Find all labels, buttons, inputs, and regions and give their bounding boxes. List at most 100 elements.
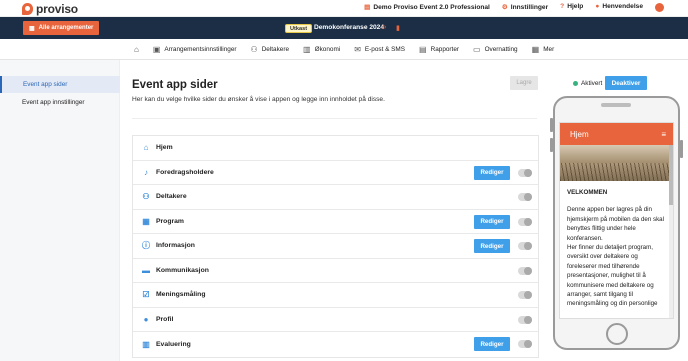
phone-text-line: presentasjoner, mulighet til å [567,272,646,280]
bell-icon: ● [595,3,600,10]
phone-text-line: Her finner du detaljert program, [567,244,653,252]
nav-accommodation[interactable]: ▭ Overnatting [473,45,518,54]
grid-icon: ▦ [531,44,540,54]
list-item[interactable]: ▥ Evaluering Rediger [133,332,538,357]
phone-text-line: oversikt over deltakere og [567,253,638,261]
event-actions: ∞ ▮ [381,24,400,32]
product-label: Demo Proviso Event 2.0 Professional [373,4,490,11]
people-icon: ⚇ [250,44,258,54]
nav-label: Overnatting [484,45,518,53]
list-item[interactable]: ▦ Program Rediger [133,210,538,234]
top-nav: ▤ Demo Proviso Event 2.0 Professional ⚙ In… [364,3,664,12]
phone-preview: Hjem ≡ VELKOMMEN Denne appen ber lagres … [553,96,680,350]
visibility-toggle[interactable] [518,291,532,299]
user-icon [655,3,664,12]
nav-email-sms[interactable]: ✉ E-post & SMS [354,45,405,54]
phone-header: Hjem ≡ [560,123,673,145]
help-label: Hjelp [567,3,584,10]
stats-icon[interactable]: ▮ [396,24,400,32]
visibility-toggle[interactable] [518,217,532,226]
nav-label: Rapporter [430,45,460,53]
visibility-toggle[interactable] [518,168,532,177]
edit-button[interactable]: Rediger [474,239,510,253]
phone-text-line: meningsmåling og din personlige [567,300,658,308]
page-label: Kommunikasjon [156,266,209,274]
link-icon[interactable]: ∞ [381,24,386,32]
microphone-icon: ♪ [144,167,148,177]
visibility-toggle[interactable] [518,315,532,324]
settings-label: Innstillinger [510,4,549,11]
page-label: Profil [156,315,174,323]
sidebar-item-event-app-settings[interactable]: Event app innstillinger [0,94,120,111]
edit-button[interactable]: Rediger [474,337,510,351]
draft-badge: Utkast [285,24,313,33]
phone-side-button [550,138,553,152]
page-subtitle: Her kan du velge hvilke sider du ønsker … [132,96,385,103]
list-item[interactable]: ⓘ Informasjon Rediger [133,234,538,259]
status-indicator: Aktivert [573,80,602,87]
phone-scrollbar[interactable] [669,145,673,318]
chat-icon: ▬ [142,265,150,275]
deactivate-button[interactable]: Deaktiver [605,76,647,90]
visibility-toggle[interactable] [518,266,532,275]
nav-participants[interactable]: ⚇ Deltakere [251,45,290,54]
mail-icon: ✉ [354,44,361,54]
brand-name: proviso [36,2,78,16]
phone-body: VELKOMMEN Denne appen ber lagres på din … [560,181,673,315]
page-label: Program [156,217,184,225]
news-link[interactable]: ● Henvendelse [595,3,643,12]
list-item[interactable]: ⚇ Deltakere [133,185,538,210]
phone-side-button [680,140,683,158]
bed-icon: ▭ [473,44,481,54]
calendar-icon: ▦ [29,25,35,32]
checkbox-icon: ☑ [142,290,150,300]
product-link[interactable]: ▤ Demo Proviso Event 2.0 Professional [364,3,490,12]
list-item[interactable]: ☑ Meningsmåling [133,283,538,308]
edit-button[interactable]: Rediger [474,165,510,180]
visibility-toggle[interactable] [518,242,532,250]
nav-label: Økonomi [314,45,341,53]
phone-text-line: konferansen. [567,234,603,242]
list-item[interactable]: ⌂ Hjem [133,136,538,161]
page-label: Hjem [156,144,173,152]
page-label: Informasjon [156,242,195,250]
save-button[interactable]: Lagre [510,76,538,90]
proviso-logo[interactable]: proviso [22,2,78,16]
nav-economy[interactable]: ▥ Økonomi [303,45,340,54]
all-events-button[interactable]: ▦ Alle arrangementer [23,21,100,35]
divider [132,118,537,119]
phone-text-line: Denne appen ber lagres på din [567,206,652,214]
hamburger-menu-icon: ≡ [661,129,666,139]
list-item[interactable]: ▬ Kommunikasjon [133,259,538,283]
sidebar: Event app sider Event app innstillinger [0,60,120,361]
nav-more[interactable]: ▦ Mer [532,45,555,54]
list-item[interactable]: ● Profil [133,308,538,332]
nav-event-settings[interactable]: ▣ Arrangementsinnstillinger [153,45,237,54]
proviso-logo-icon [22,3,33,15]
nav-home[interactable]: ⌂ [134,45,139,54]
list-item[interactable]: ♪ Foredragsholdere Rediger [133,161,538,185]
phone-hero-image [560,145,673,181]
visibility-toggle[interactable] [518,193,532,201]
sidebar-item-event-app-pages[interactable]: Event app sider [0,76,120,93]
nav-reports[interactable]: ▤ Rapporter [419,45,459,54]
chart-icon: ▥ [142,339,150,349]
edit-button[interactable]: Rediger [474,214,510,229]
status-label: Aktivert [581,80,603,87]
home-icon: ⌂ [143,143,149,153]
page-label: Meningsmåling [156,291,206,299]
calendar-icon: ▦ [142,216,150,226]
user-avatar[interactable] [655,3,664,12]
phone-text-line: arranger, samt tilgang til [567,291,634,299]
person-icon: ● [143,314,149,324]
help-link[interactable]: ? Hjelp [560,3,583,12]
visibility-toggle[interactable] [518,340,532,348]
page-title: Event app sider [132,79,218,91]
phone-screen[interactable]: Hjem ≡ VELKOMMEN Denne appen ber lagres … [559,122,674,319]
money-icon: ▥ [303,44,311,54]
event-name: Demokonferanse 2024 [314,24,385,31]
status-dot-icon [573,81,578,86]
settings-link[interactable]: ⚙ Innstillinger [502,3,548,12]
nav-label: Deltakere [261,45,290,53]
report-icon: ▤ [419,44,427,54]
